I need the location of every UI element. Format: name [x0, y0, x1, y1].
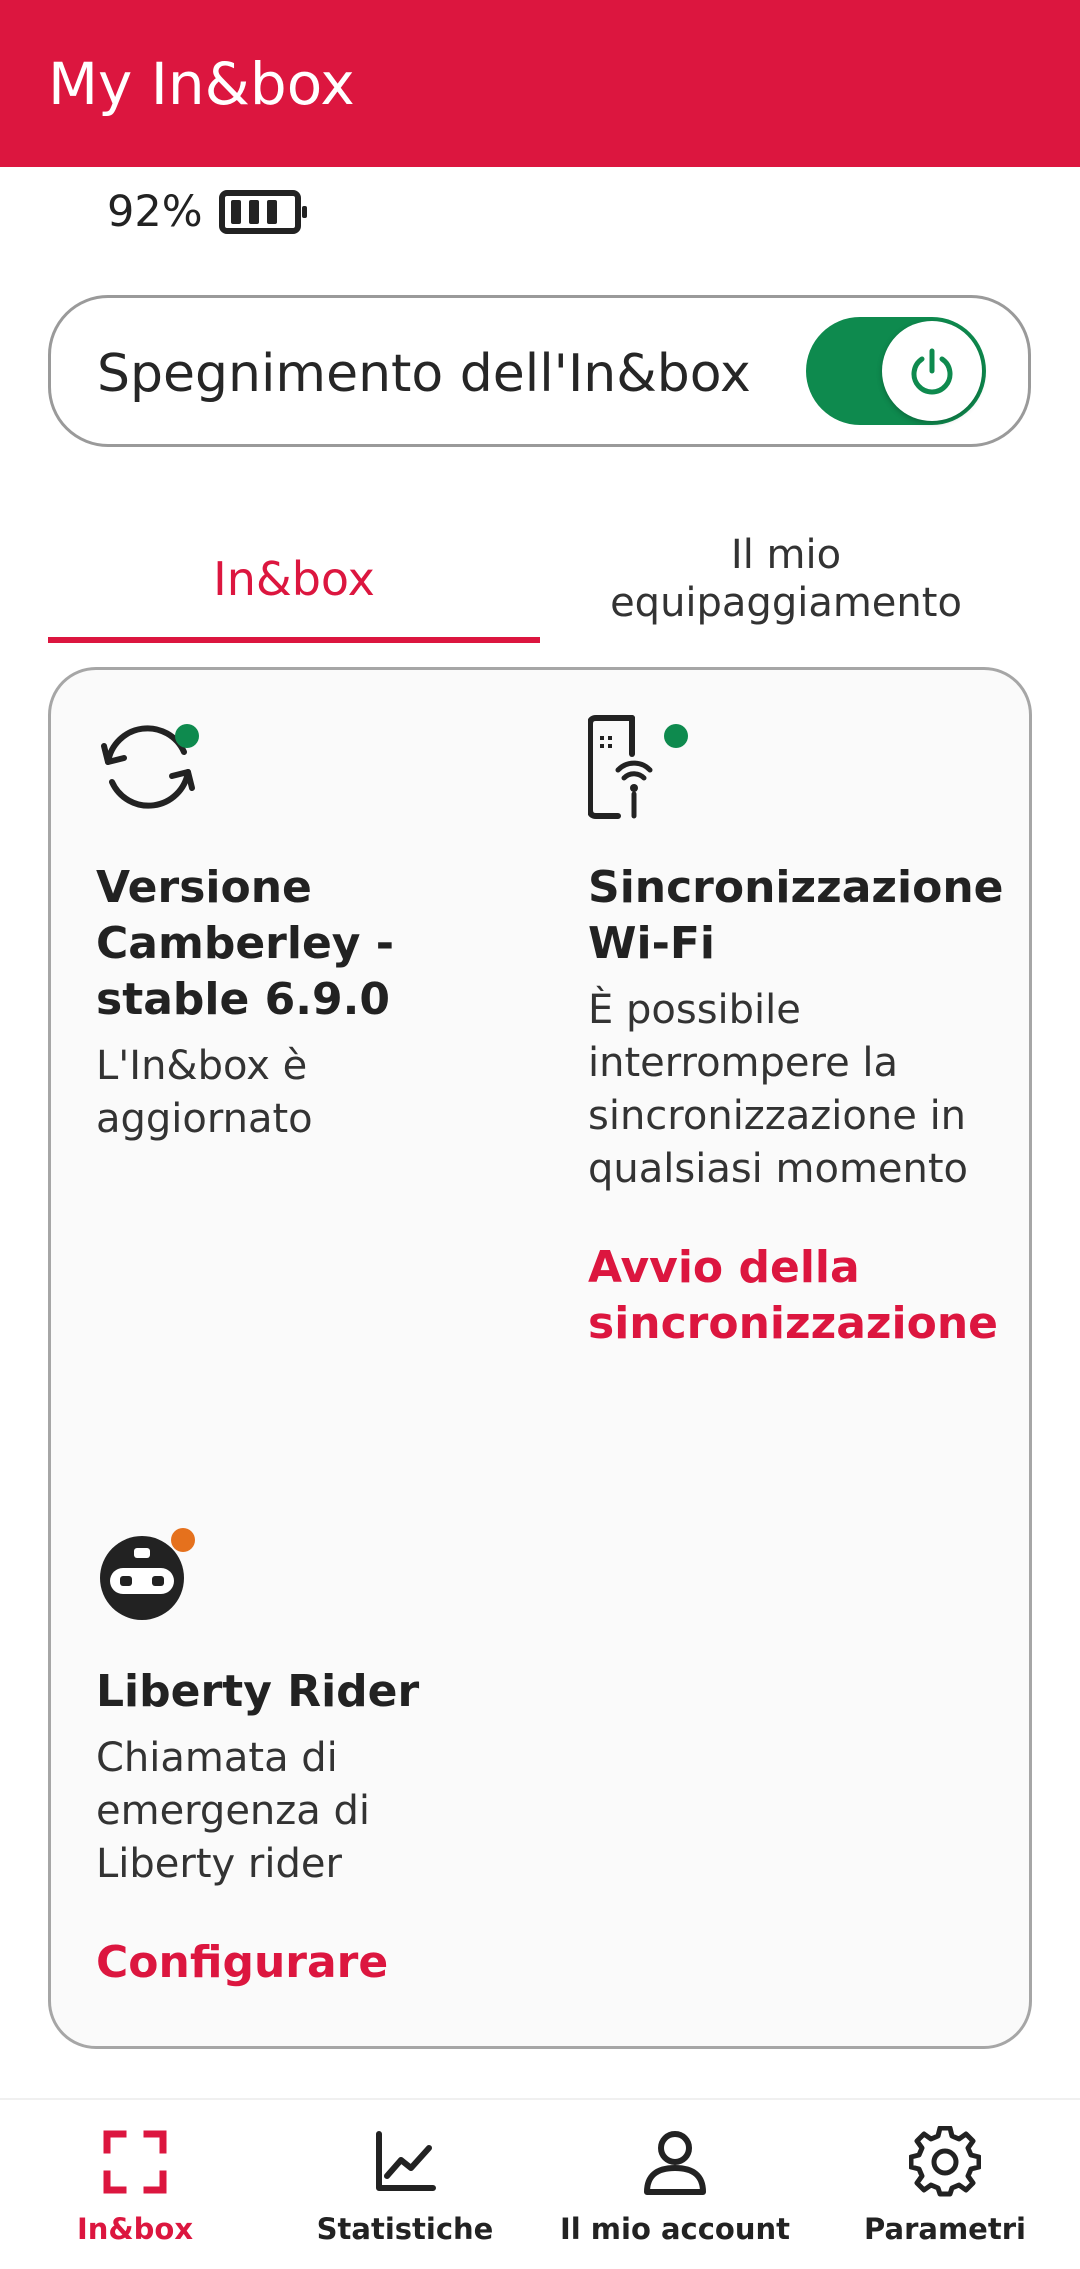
update-sync-icon [96, 714, 206, 824]
nav-inbox-label: In&box [76, 2212, 194, 2246]
tab-inbox[interactable]: In&box [48, 515, 540, 643]
start-sync-link[interactable]: Avvio della sincronizzazione [588, 1240, 998, 1352]
power-icon [882, 321, 982, 421]
version-feature: Versione Camberley - stable 6.9.0 L'In&b… [96, 714, 506, 1146]
nav-settings[interactable]: Parametri [810, 2100, 1080, 2269]
nav-account[interactable]: Il mio account [540, 2100, 810, 2269]
user-icon [644, 2131, 706, 2195]
configure-link[interactable]: Configurare [96, 1935, 506, 1991]
app-bar: My In&box [0, 0, 1080, 167]
features-card: Versione Camberley - stable 6.9.0 L'In&b… [48, 667, 1032, 2049]
tab-my-equipment[interactable]: Il mio equipaggiamento [540, 515, 1032, 643]
bottom-navigation: In&box Statistiche Il mio account Parame… [0, 2098, 1080, 2269]
battery-indicator: 92% [107, 184, 307, 240]
gear-icon [909, 2126, 981, 2197]
power-off-card: Spegnimento dell'In&box [48, 295, 1031, 447]
phone-wifi-icon [587, 714, 698, 824]
app-title: My In&box [48, 50, 355, 118]
wifi-sync-feature: Sincronizzazione Wi-Fi È possibile inter… [587, 714, 1004, 1352]
status-dot-warning [171, 1528, 195, 1552]
version-title: Versione Camberley - stable 6.9.0 [96, 862, 395, 1025]
tab-my-equipment-label: Il mio equipaggiamento [610, 532, 962, 626]
nav-statistics-label: Statistiche [316, 2212, 494, 2246]
liberty-rider-feature: Liberty Rider Chiamata di emergenza di L… [96, 1518, 506, 1991]
nav-account-label: Il mio account [559, 2212, 791, 2246]
liberty-rider-description: Chiamata di emergenza di Liberty rider [96, 1735, 371, 1887]
version-description: L'In&box è aggiornato [96, 1043, 313, 1142]
nav-statistics[interactable]: Statistiche [270, 2100, 540, 2269]
liberty-rider-title: Liberty Rider [96, 1666, 420, 1717]
battery-icon [218, 190, 307, 234]
chart-line-icon [376, 2131, 436, 2191]
battery-percent: 92% [107, 187, 203, 237]
status-dot-ok [664, 724, 688, 748]
power-off-label: Spegnimento dell'In&box [97, 344, 751, 404]
status-dot-ok [175, 724, 199, 748]
nav-inbox[interactable]: In&box [0, 2100, 270, 2269]
wifi-sync-description: È possibile interrompere la sincronizzaz… [588, 987, 969, 1192]
tab-bar: In&box Il mio equipaggiamento [48, 515, 1032, 643]
wifi-sync-title: Sincronizzazione Wi-Fi [588, 862, 1004, 969]
power-toggle[interactable] [806, 317, 986, 425]
nav-settings-label: Parametri [864, 2212, 1026, 2246]
inbox-frame-icon [103, 2130, 167, 2194]
helmet-icon [96, 1518, 206, 1628]
